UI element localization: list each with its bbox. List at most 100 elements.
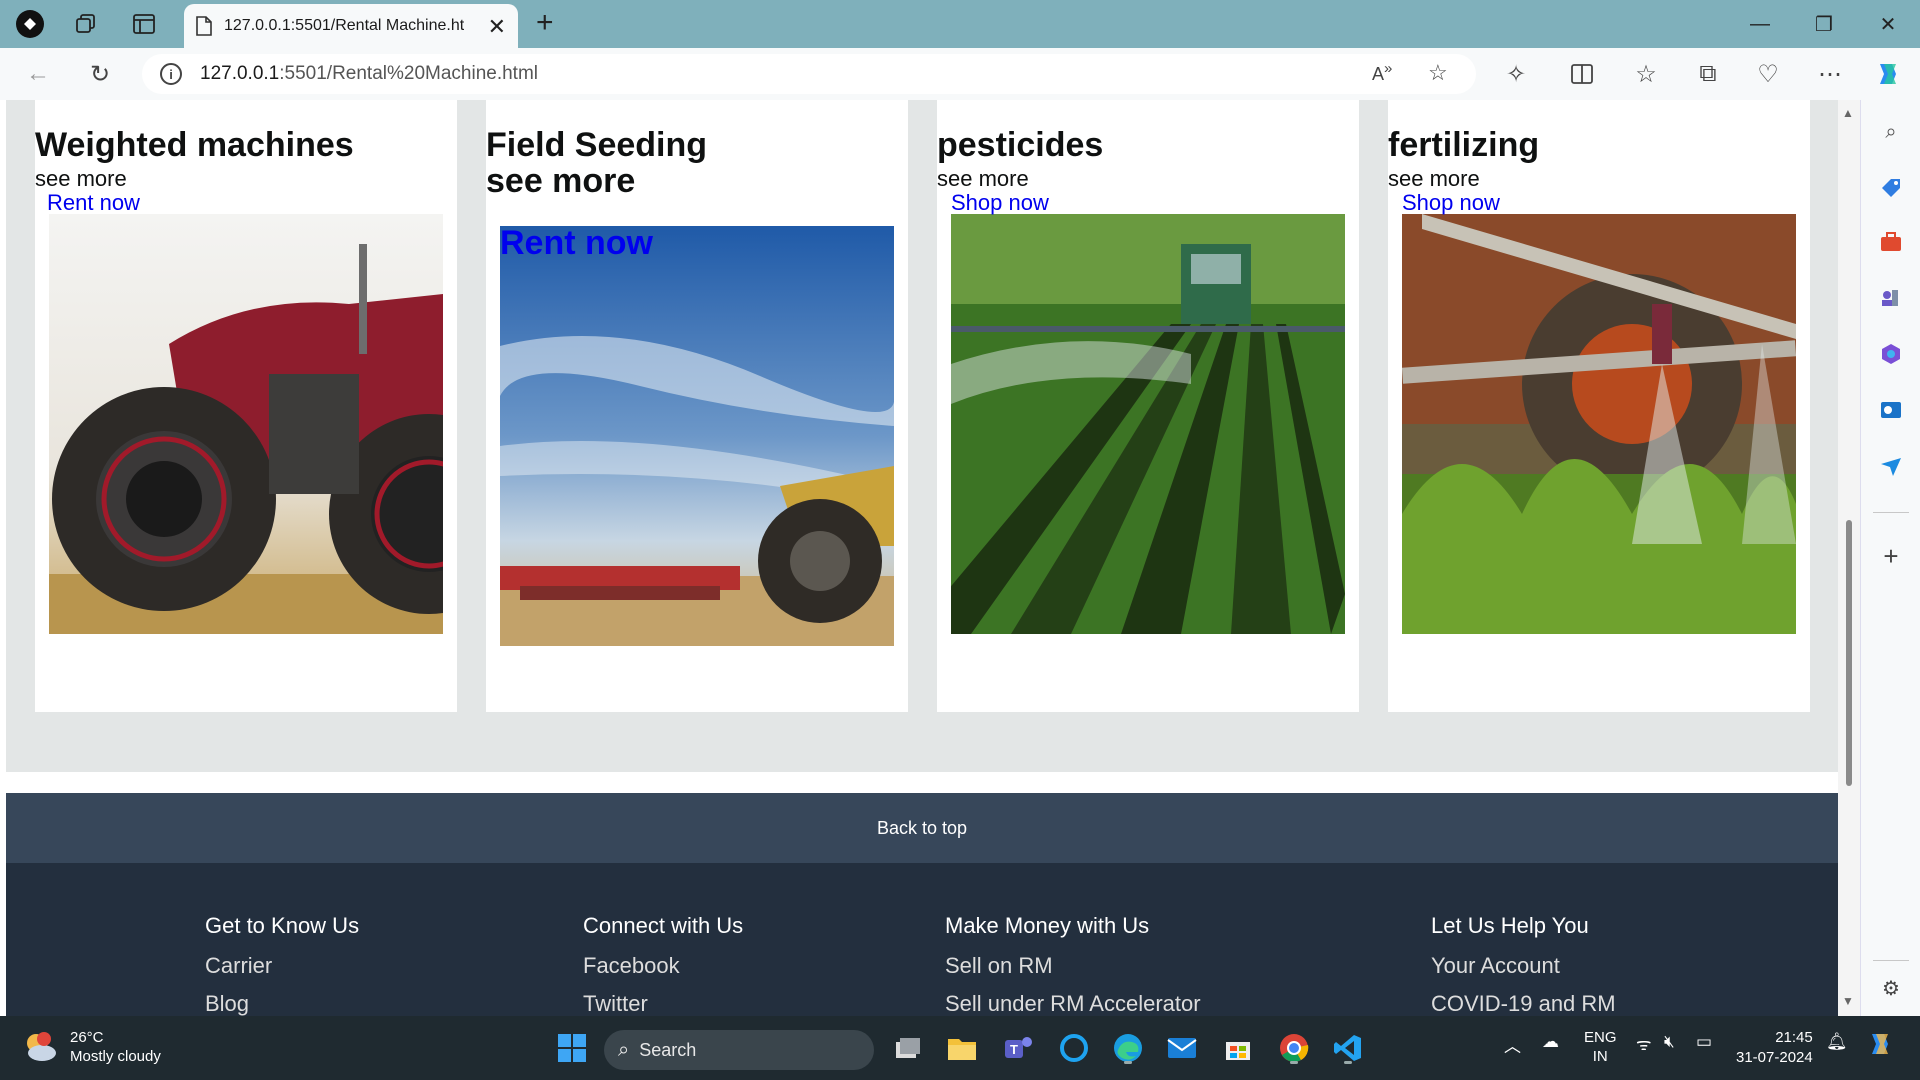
browser-nav-bar: ← ↻ i 127.0.0.1:5501/Rental%20Machine.ht… [0,48,1920,100]
see-more-link[interactable]: see more [937,166,1029,192]
clock[interactable]: 21:45 31-07-2024 [1736,1028,1813,1068]
collections-icon[interactable]: ⧉ [1692,58,1724,90]
show-hidden-icons-icon[interactable]: ︿ [1504,1032,1521,1057]
weather-text: 26°C Mostly cloudy [70,1028,161,1066]
scroll-thumb[interactable] [1846,520,1852,786]
see-more-link[interactable]: see more [1388,166,1480,192]
windows-taskbar: 26°C Mostly cloudy ⌕ Search T ︿ ☁ ENG IN… [0,1016,1920,1080]
task-view-icon[interactable] [890,1030,926,1066]
back-icon[interactable]: ← [22,58,54,90]
clock-date: 31-07-2024 [1736,1049,1813,1066]
language-indicator[interactable]: ENG IN [1584,1028,1617,1066]
footer-link[interactable]: Sell under RM Accelerator [945,991,1201,1016]
file-explorer-icon[interactable] [944,1030,980,1066]
shop-now-link[interactable]: Shop now [1402,190,1500,216]
new-tab-icon[interactable]: + [536,6,554,40]
browser-essentials-icon[interactable]: ♡ [1752,58,1784,90]
vscode-icon[interactable] [1330,1030,1366,1066]
cortana-icon[interactable] [1056,1030,1092,1066]
settings-gear-icon[interactable]: ⚙ [1877,974,1905,1002]
search-label: Search [639,1039,697,1060]
footer-column-help: Let Us Help You Your Account COVID-19 an… [1431,913,1616,1016]
back-to-top-button[interactable]: Back to top [6,793,1838,863]
read-aloud-icon[interactable]: A» [1372,60,1392,85]
footer: Get to Know Us Carrier Blog Connect with… [6,863,1838,1016]
footer-link[interactable]: Facebook [583,953,743,979]
url-text: 127.0.0.1:5501/Rental%20Machine.html [200,63,538,85]
tools-icon[interactable] [1877,228,1905,256]
footer-link[interactable]: Twitter [583,991,743,1016]
wifi-icon[interactable]: ᯤ [1636,1032,1652,1055]
notification-bell-icon[interactable]: 🔔︎ [1826,1032,1848,1052]
copilot-taskbar-icon[interactable] [1866,1030,1894,1063]
games-icon[interactable] [1877,284,1905,312]
add-icon[interactable]: + [1877,541,1905,571]
battery-icon[interactable]: ▭ [1696,1032,1712,1052]
cards-section: Weighted machines see more Rent now Fiel… [6,100,1838,772]
footer-link[interactable]: Blog [205,991,359,1016]
site-info-icon[interactable]: i [160,63,182,85]
card-title: fertilizing [1388,126,1540,164]
minimize-icon[interactable]: — [1740,6,1780,42]
rent-now-link[interactable]: Rent now [47,190,140,216]
shop-now-link[interactable]: Shop now [951,190,1049,216]
footer-link[interactable]: Sell on RM [945,953,1201,979]
restore-icon[interactable]: ❐ [1804,6,1844,42]
url-path: :5501/Rental%20Machine.html [279,63,539,84]
weather-desc: Mostly cloudy [70,1048,161,1065]
active-app-indicator [1344,1061,1352,1064]
weather-widget[interactable]: 26°C Mostly cloudy [22,1028,161,1066]
favorite-star-icon[interactable]: ☆ [1428,60,1448,86]
sidebar-divider [1873,960,1909,961]
card-title: Weighted machines [35,126,354,164]
weather-temp: 26°C [70,1029,104,1046]
footer-link[interactable]: COVID-19 and RM [1431,991,1616,1016]
teams-icon[interactable]: T [1000,1030,1036,1066]
store-icon[interactable] [1220,1030,1256,1066]
mail-icon[interactable] [1164,1030,1200,1066]
svg-text:T: T [1010,1042,1018,1057]
favorites-icon[interactable]: ☆ [1630,58,1662,90]
card-fertilizing: fertilizing see more Shop now [1388,100,1810,712]
workspaces-icon[interactable] [70,8,102,40]
split-screen-icon[interactable] [1566,58,1598,90]
more-options-icon[interactable]: ⋯ [1814,58,1846,90]
edge-sidebar: ⌕ + ⚙ [1860,100,1920,1016]
send-icon[interactable] [1877,452,1905,480]
scroll-down-icon[interactable]: ▼ [1842,994,1854,1008]
card-title: pesticides [937,126,1104,164]
volume-muted-icon[interactable]: 🔇︎ [1664,1032,1675,1052]
microsoft365-icon[interactable] [1877,340,1905,368]
extensions-icon[interactable]: ✧ [1500,58,1532,90]
start-windows-icon[interactable] [554,1030,590,1066]
search-icon[interactable]: ⌕ [1877,118,1905,146]
rent-now-link[interactable]: Rent now [500,224,653,263]
browser-tab-bar: 127.0.0.1:5501/Rental Machine.ht ✕ + — ❐… [0,0,1920,48]
footer-column-make-money: Make Money with Us Sell on RM Sell under… [945,913,1201,1016]
scroll-up-icon[interactable]: ▲ [1842,106,1854,120]
profile-icon[interactable] [14,8,46,40]
footer-heading: Make Money with Us [945,913,1150,938]
tractor-image [49,214,443,634]
shopping-tag-icon[interactable] [1877,174,1905,202]
onedrive-icon[interactable]: ☁ [1542,1032,1559,1052]
fertilizer-sprayer-image [1402,214,1796,634]
card-field-seeding: Field Seeding see more Rent now [486,100,908,712]
see-more-link[interactable]: see more [35,166,127,192]
edge-browser-icon[interactable] [1110,1030,1146,1066]
address-bar[interactable]: i 127.0.0.1:5501/Rental%20Machine.html A… [142,54,1476,94]
active-tab[interactable]: 127.0.0.1:5501/Rental Machine.ht ✕ [184,4,518,48]
close-tab-icon[interactable]: ✕ [488,14,506,40]
footer-link[interactable]: Carrier [205,953,359,979]
copilot-icon[interactable] [1872,58,1904,90]
chrome-icon[interactable] [1276,1030,1312,1066]
page-scrollbar[interactable]: ▲ ▼ [1838,100,1860,1016]
footer-link[interactable]: Your Account [1431,953,1616,979]
vertical-tabs-icon[interactable] [128,8,160,40]
refresh-icon[interactable]: ↻ [84,58,116,90]
outlook-icon[interactable] [1877,396,1905,424]
see-more-link[interactable]: see more [486,162,635,201]
window-close-icon[interactable]: ✕ [1868,6,1908,42]
taskbar-search[interactable]: ⌕ Search [604,1030,874,1070]
search-icon: ⌕ [618,1038,630,1061]
